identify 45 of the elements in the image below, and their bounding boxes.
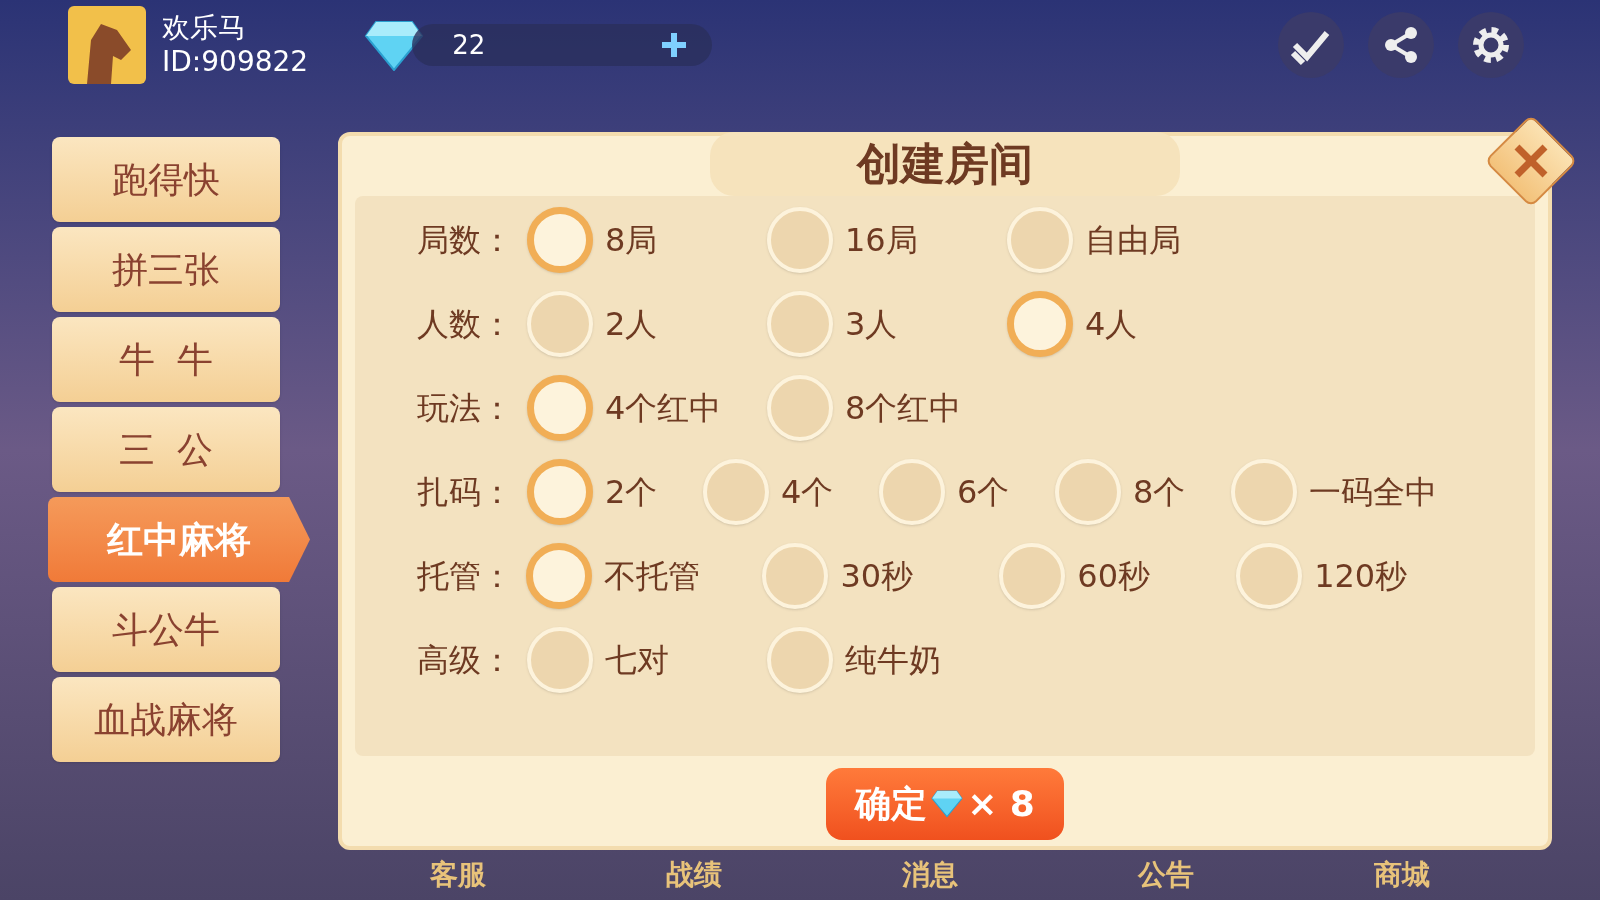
- radio-option[interactable]: 4人: [1007, 291, 1247, 357]
- radio-option[interactable]: 8局: [527, 207, 767, 273]
- diamond-count: 22: [451, 28, 486, 62]
- player-name: 欢乐马: [162, 11, 247, 45]
- close-icon: [1513, 143, 1549, 179]
- diamond-icon: [931, 790, 964, 818]
- diamond-cost: × 8: [967, 782, 1035, 826]
- radio-option[interactable]: 6个: [879, 459, 1055, 525]
- dialog-title: 创建房间: [710, 132, 1180, 196]
- game-tab[interactable]: 斗公牛: [52, 587, 280, 672]
- option-label: 扎码：: [417, 472, 514, 513]
- game-tab[interactable]: 拼三张: [52, 227, 280, 312]
- radio-option[interactable]: 一码全中: [1231, 459, 1445, 525]
- radio-option[interactable]: 8个: [1055, 459, 1231, 525]
- game-tab[interactable]: 三 公: [52, 407, 280, 492]
- radio-option[interactable]: 120秒: [1236, 543, 1473, 609]
- radio-option[interactable]: 16局: [767, 207, 1007, 273]
- option-label: 托管：: [417, 556, 514, 597]
- radio-option[interactable]: 2个: [527, 459, 703, 525]
- game-tab[interactable]: 牛 牛: [52, 317, 280, 402]
- radio-option[interactable]: 3人: [767, 291, 1007, 357]
- option-label: 高级：: [417, 640, 514, 681]
- radio-option[interactable]: 自由局: [1007, 207, 1247, 273]
- radio-option[interactable]: 不托管: [525, 543, 763, 609]
- bottom-nav-item[interactable]: 公告: [1138, 854, 1194, 896]
- radio-option[interactable]: 8个红中: [767, 375, 1007, 441]
- bottom-nav-item[interactable]: 消息: [902, 854, 958, 896]
- option-label: 玩法：: [417, 388, 514, 429]
- radio-option[interactable]: 60秒: [999, 543, 1237, 609]
- bottom-nav-item[interactable]: 战绩: [666, 854, 722, 896]
- game-tab[interactable]: 血战麻将: [52, 677, 280, 762]
- radio-option[interactable]: 4个红中: [527, 375, 767, 441]
- radio-option[interactable]: 纯牛奶: [767, 627, 1007, 693]
- radio-option[interactable]: 2人: [527, 291, 767, 357]
- option-label: 人数：: [417, 304, 514, 345]
- bottom-nav-item[interactable]: 商城: [1374, 854, 1430, 896]
- radio-option[interactable]: 七对: [527, 627, 767, 693]
- avatar-icon[interactable]: [68, 6, 146, 84]
- radio-option[interactable]: 4个: [703, 459, 879, 525]
- bottom-nav-item[interactable]: 客服: [430, 854, 486, 896]
- game-tab[interactable]: 跑得快: [52, 137, 280, 222]
- add-icon[interactable]: [660, 31, 689, 59]
- option-label: 局数：: [417, 220, 514, 261]
- player-id: ID:909822: [162, 45, 309, 79]
- radio-option[interactable]: 30秒: [762, 543, 1000, 609]
